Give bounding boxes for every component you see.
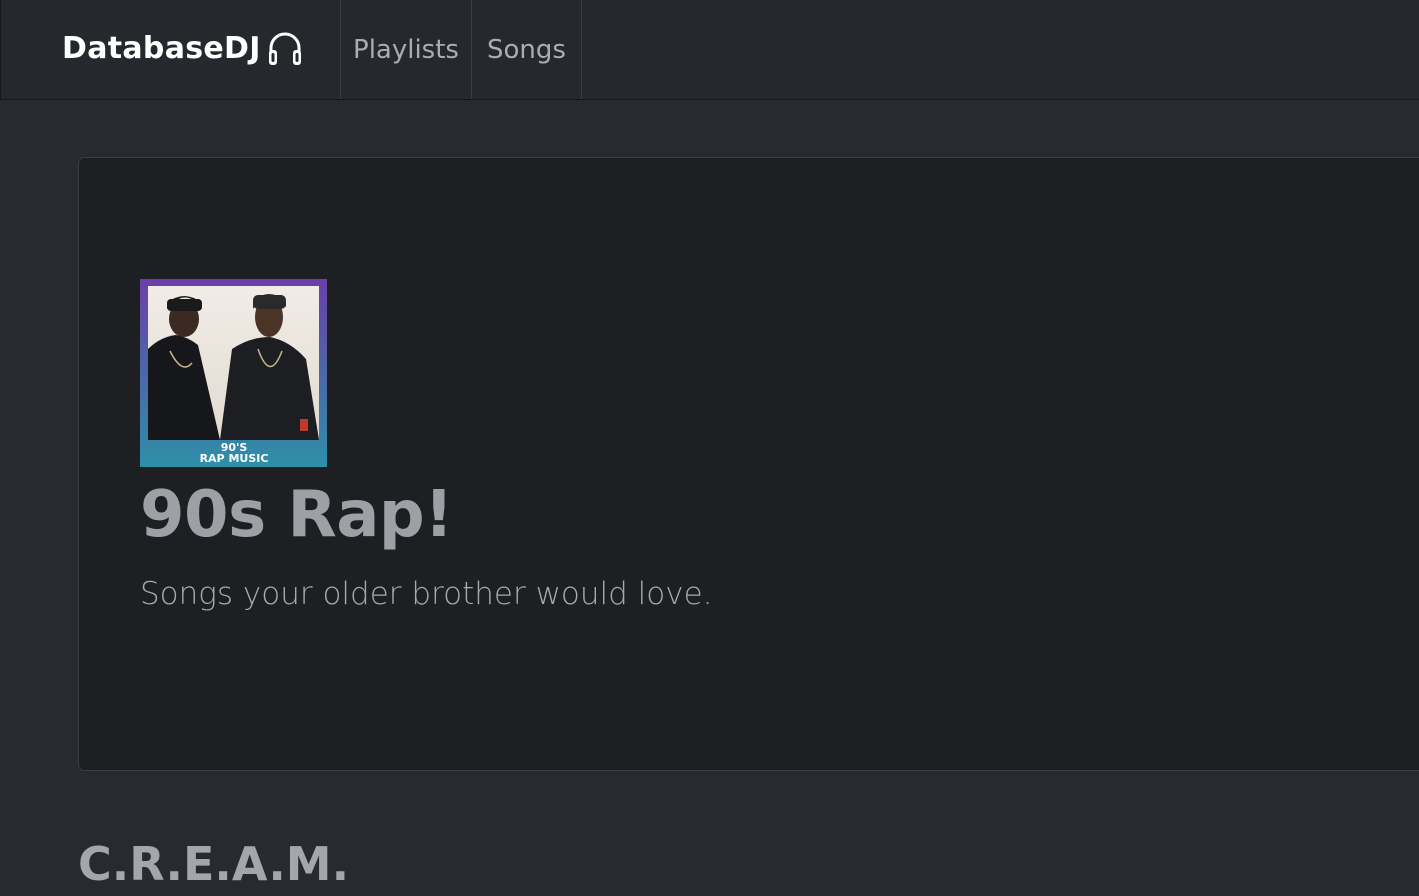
nav-link-playlists[interactable]: Playlists (341, 0, 472, 99)
song-title: C.R.E.A.M. (78, 837, 350, 891)
playlist-description: Songs your older brother would love. (140, 576, 713, 612)
brand-name[interactable]: DatabaseDJ (62, 30, 261, 68)
playlist-cover-image: 90'S RAP MUSIC (140, 279, 327, 467)
top-navbar: DatabaseDJ Playlists Songs (0, 0, 1419, 100)
brand-link[interactable]: DatabaseDJ (0, 0, 341, 99)
headphones-icon (269, 32, 301, 65)
playlist-title: 90s Rap! (140, 478, 453, 552)
nav-link-songs[interactable]: Songs (472, 0, 582, 99)
cover-caption-line2: RAP MUSIC (200, 452, 269, 465)
